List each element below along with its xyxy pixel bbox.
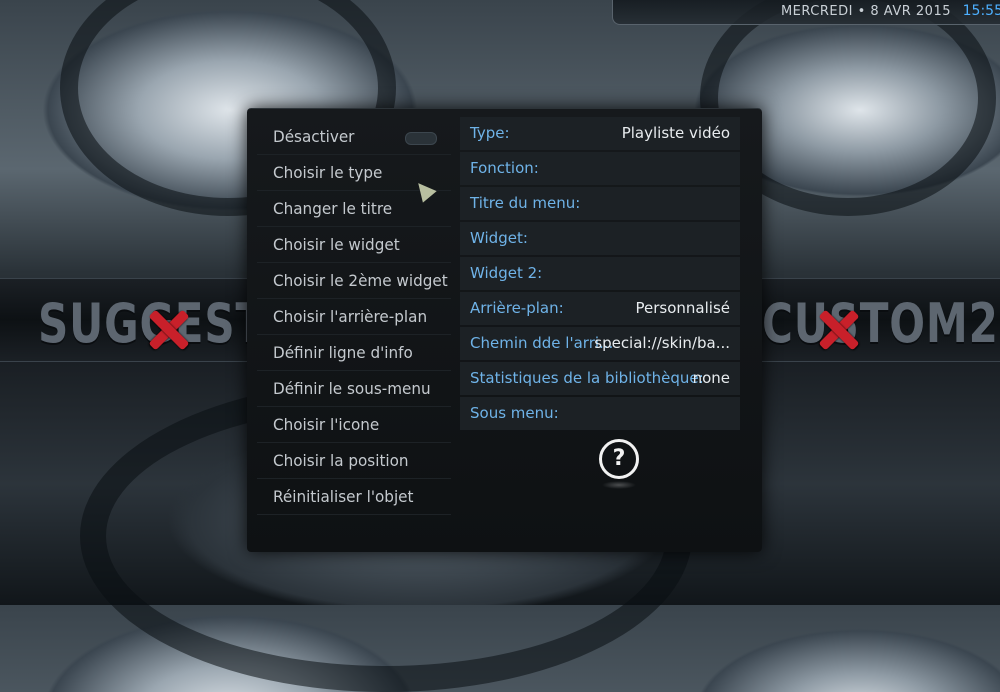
menu-item-set-submenu[interactable]: Définir le sous-menu xyxy=(257,371,451,407)
help-icon-reflection xyxy=(602,481,636,489)
menu-item-choose-position[interactable]: Choisir la position xyxy=(257,443,451,479)
property-row-type: Type: Playliste vidéo xyxy=(460,117,740,150)
property-label: Widget: xyxy=(470,229,528,247)
menu-item-choose-widget[interactable]: Choisir le widget xyxy=(257,227,451,263)
property-row-widget-2: Widget 2: xyxy=(460,257,740,290)
property-row-submenu: Sous menu: xyxy=(460,397,740,430)
property-label: Type: xyxy=(470,124,510,142)
menu-item-label: Choisir l'arrière-plan xyxy=(273,307,428,326)
menu-item-label: Désactiver xyxy=(273,127,355,146)
delete-x-icon-left[interactable] xyxy=(146,308,190,352)
delete-x-icon-right[interactable] xyxy=(816,308,860,352)
property-label: Arrière-plan: xyxy=(470,299,564,317)
property-label: Sous menu: xyxy=(470,404,559,422)
menu-item-set-info-line[interactable]: Définir ligne d'info xyxy=(257,335,451,371)
property-row-widget: Widget: xyxy=(460,222,740,255)
menu-item-label: Choisir le type xyxy=(273,163,383,182)
disable-toggle[interactable] xyxy=(405,132,437,145)
menu-item-label: Changer le titre xyxy=(273,199,393,218)
property-value: Personnalisé xyxy=(635,299,730,317)
property-label: Widget 2: xyxy=(470,264,543,282)
property-row-background-path: Chemin dde l'arri... special://skin/ba..… xyxy=(460,327,740,360)
property-label: Titre du menu: xyxy=(470,194,581,212)
property-value: none xyxy=(692,369,730,387)
property-label: Statistiques de la bibliothèque: xyxy=(470,369,704,387)
shortcut-edit-dialog: Désactiver Choisir le type Changer le ti… xyxy=(247,108,762,552)
property-row-library-stats: Statistiques de la bibliothèque: none xyxy=(460,362,740,395)
menu-item-label: Réinitialiser l'objet xyxy=(273,487,414,506)
property-row-background: Arrière-plan: Personnalisé xyxy=(460,292,740,325)
menu-item-label: Définir le sous-menu xyxy=(273,379,431,398)
menu-item-choose-widget-2[interactable]: Choisir le 2ème widget xyxy=(257,263,451,299)
menu-item-disable[interactable]: Désactiver xyxy=(257,119,451,155)
properties-list: Type: Playliste vidéo Fonction: Titre du… xyxy=(460,117,740,432)
header-time: 15:55 xyxy=(962,3,1000,19)
menu-item-label: Choisir le 2ème widget xyxy=(273,271,448,290)
menu-item-reset-item[interactable]: Réinitialiser l'objet xyxy=(257,479,451,515)
help-icon[interactable]: ? xyxy=(599,439,639,479)
property-row-function: Fonction: xyxy=(460,152,740,185)
property-label: Chemin dde l'arri... xyxy=(470,334,614,352)
menu-item-label: Choisir la position xyxy=(273,451,409,470)
menu-item-label: Choisir l'icone xyxy=(273,415,380,434)
property-value: special://skin/ba... xyxy=(594,334,730,352)
menu-item-label: Choisir le widget xyxy=(273,235,400,254)
property-row-menu-title: Titre du menu: xyxy=(460,187,740,220)
header-bar: MERCREDI • 8 AVR 2015 15:55 xyxy=(612,0,1000,25)
menu-item-choose-icon[interactable]: Choisir l'icone xyxy=(257,407,451,443)
background-title-right: CUSTOM2 xyxy=(762,292,999,355)
header-date: MERCREDI • 8 AVR 2015 xyxy=(780,4,951,19)
property-value: Playliste vidéo xyxy=(621,124,730,142)
action-menu: Désactiver Choisir le type Changer le ti… xyxy=(257,119,451,515)
menu-item-label: Définir ligne d'info xyxy=(273,343,413,362)
menu-item-choose-background[interactable]: Choisir l'arrière-plan xyxy=(257,299,451,335)
property-label: Fonction: xyxy=(470,159,539,177)
